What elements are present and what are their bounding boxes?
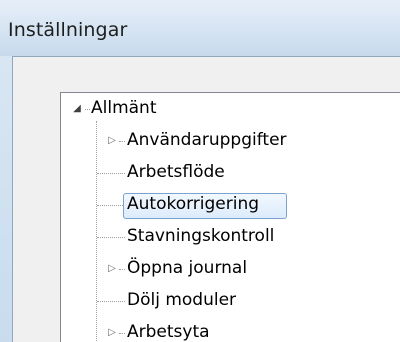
expand-triangle-icon[interactable]: ▷ — [106, 327, 118, 339]
tree-node-label: Stavningskontroll — [127, 226, 275, 246]
expand-triangle-icon[interactable]: ▷ — [106, 135, 118, 147]
collapse-triangle-icon[interactable]: ◢ — [71, 103, 83, 115]
tree-node-label: Arbetsyta — [127, 322, 210, 342]
tree-connector-line — [119, 141, 125, 142]
tree-connector-line — [97, 173, 125, 174]
tree-connector-line — [97, 237, 125, 238]
tree-connector-line — [97, 301, 125, 302]
tree-connector-line — [85, 109, 90, 110]
tree-node-oppna-journal[interactable]: ▷ Öppna journal — [61, 257, 400, 283]
settings-tree[interactable]: ◢ Allmänt ▷ Användaruppgifter Arbetsflöd… — [60, 92, 400, 342]
tree-node-label: Dölj moduler — [127, 290, 237, 310]
window-titlebar[interactable]: Inställningar — [0, 0, 400, 56]
tree-node-allmant[interactable]: ◢ Allmänt — [61, 97, 400, 123]
tree-connector-line — [119, 269, 125, 270]
expand-triangle-icon[interactable]: ▷ — [106, 263, 118, 275]
tree-node-label: Användaruppgifter — [127, 130, 287, 150]
tree-node-arbetsyta[interactable]: ▷ Arbetsyta — [61, 321, 400, 342]
settings-window: Inställningar ◢ Allmänt ▷ Användaruppgif… — [0, 0, 400, 342]
tree-node-stavningskontroll[interactable]: Stavningskontroll — [61, 225, 400, 251]
tree-node-label: Arbetsflöde — [127, 162, 225, 182]
tree-connector-line — [119, 333, 125, 334]
window-title: Inställningar — [8, 19, 128, 41]
tree-node-label: Allmänt — [91, 98, 157, 118]
tree-node-autokorrigering[interactable]: Autokorrigering — [61, 193, 400, 219]
tree-node-anvandaruppgifter[interactable]: ▷ Användaruppgifter — [61, 129, 400, 155]
tree-node-arbetsflode[interactable]: Arbetsflöde — [61, 161, 400, 187]
tree-node-dolj-moduler[interactable]: Dölj moduler — [61, 289, 400, 315]
tree-connector-line — [97, 205, 123, 206]
tree-node-label: Öppna journal — [127, 258, 248, 278]
tree-node-label: Autokorrigering — [127, 194, 260, 214]
